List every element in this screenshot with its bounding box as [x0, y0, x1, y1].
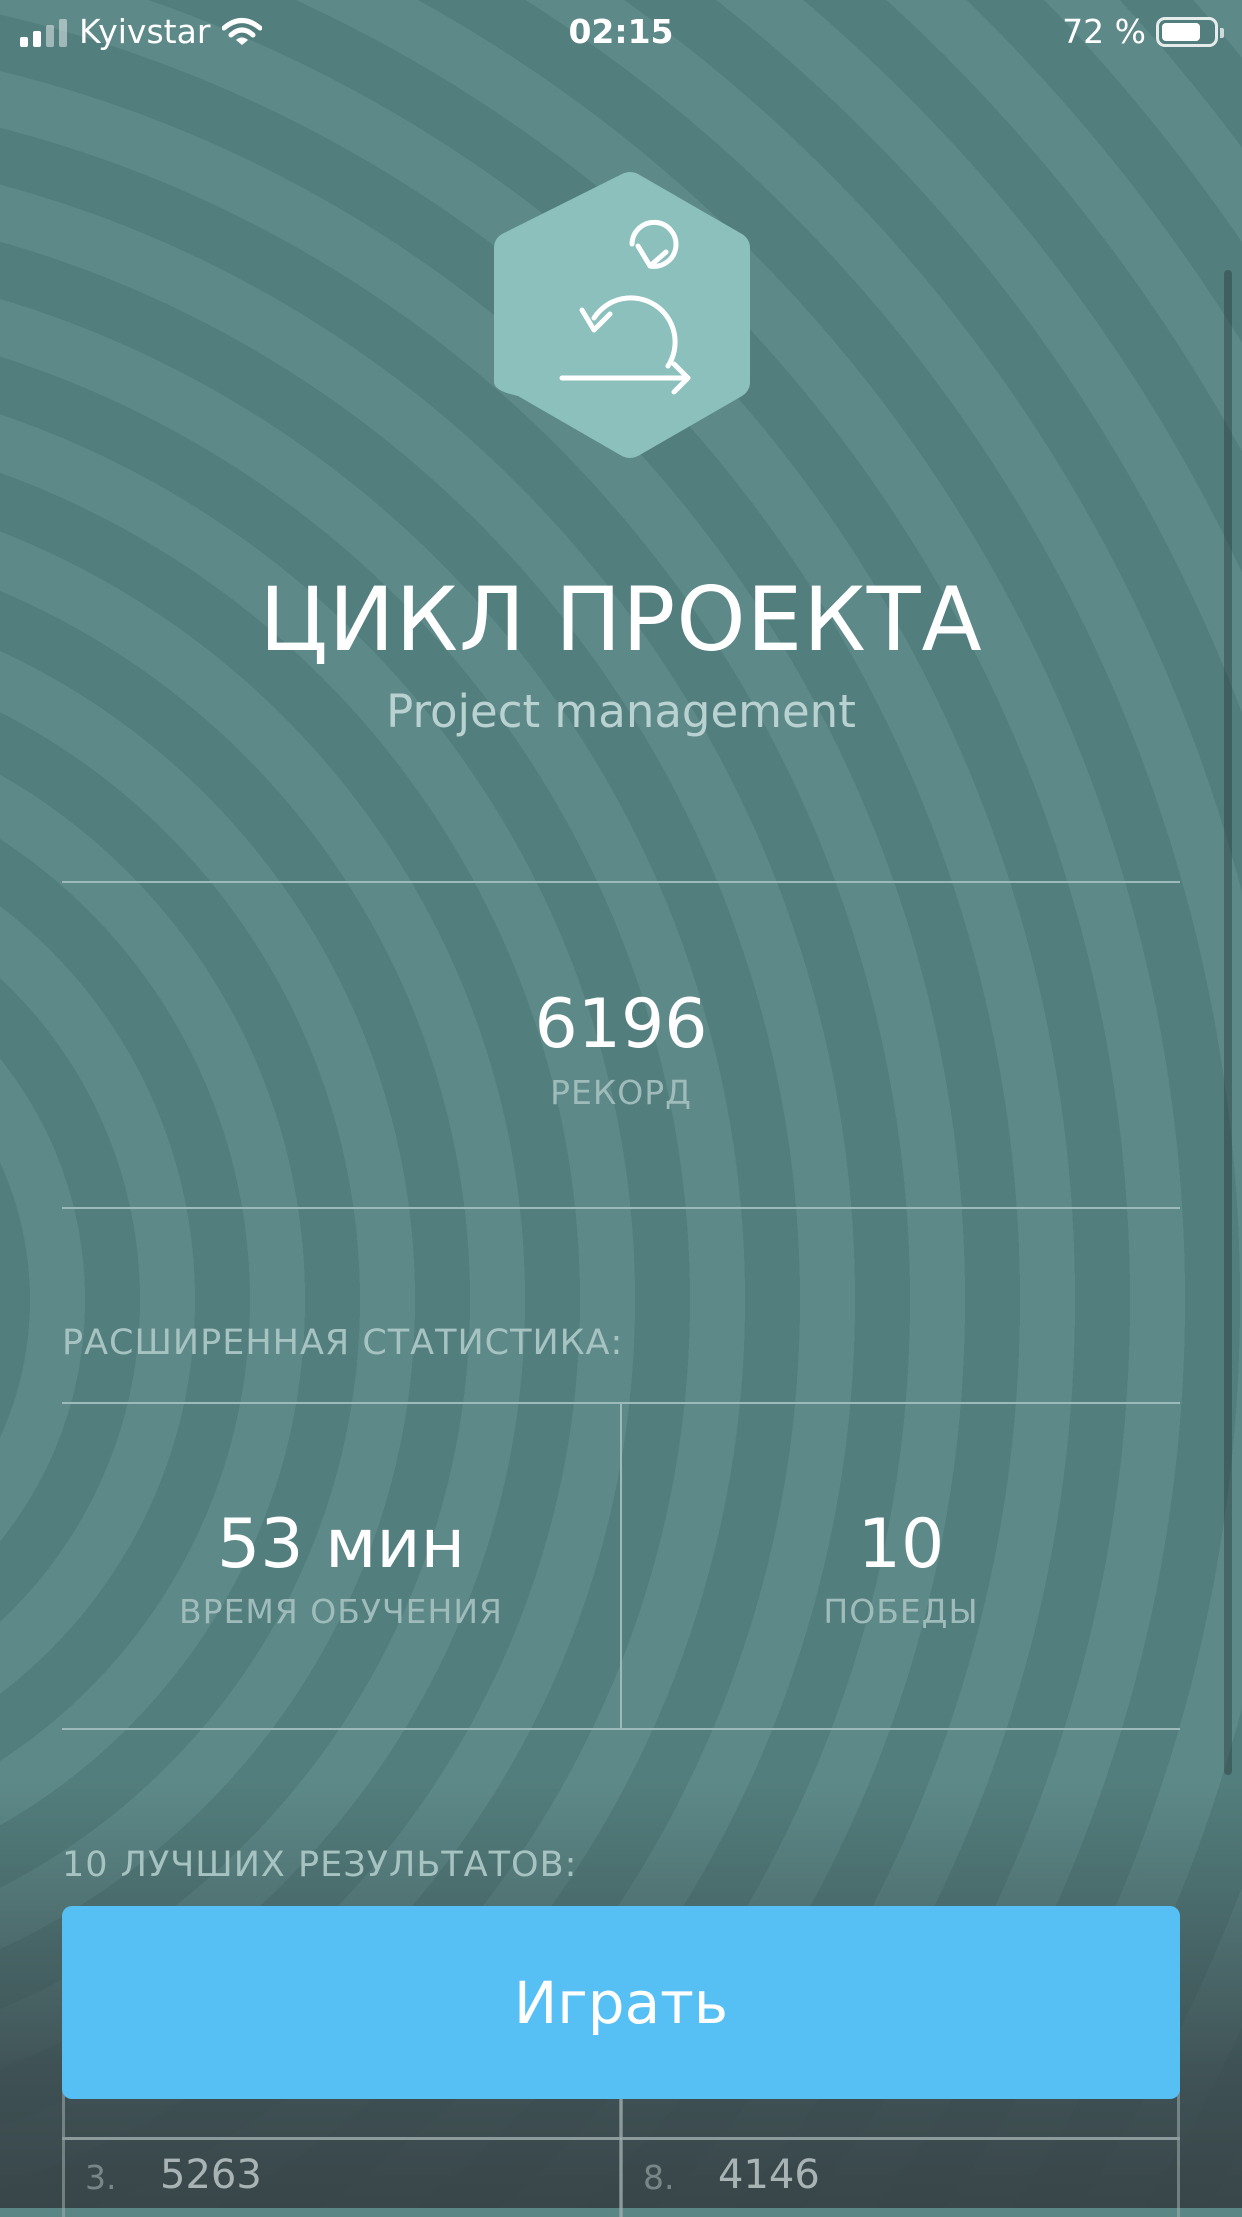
result-rank: 3.: [85, 2158, 117, 2197]
top-results-table: 3. 5263 8. 4146: [62, 2080, 1180, 2217]
wins-label: ПОБЕДЫ: [823, 1592, 979, 1631]
result-value: 5263: [160, 2152, 262, 2198]
learning-time-value: 53 мин: [216, 1505, 466, 1584]
status-time: 02:15: [568, 12, 674, 51]
record-label: РЕКОРД: [550, 1073, 692, 1112]
result-rank: 8.: [643, 2158, 675, 2197]
table-row: 3. 5263: [62, 2137, 622, 2217]
divider: [62, 881, 1180, 883]
battery-percent: 72 %: [1062, 12, 1146, 51]
battery-icon: [1156, 16, 1224, 47]
result-value: 4146: [718, 2152, 820, 2198]
battery-area: 72 %: [1062, 12, 1224, 51]
extended-stats-heading: РАСШИРЕННАЯ СТАТИСТИКА:: [62, 1323, 624, 1363]
top-results-heading: 10 ЛУЧШИХ РЕЗУЛЬТАТОВ:: [62, 1845, 578, 1885]
play-button[interactable]: Играть: [62, 1906, 1180, 2099]
table-row: 8. 4146: [620, 2137, 1180, 2217]
record-value: 6196: [534, 985, 708, 1064]
divider: [62, 1207, 1180, 1209]
course-title: ЦИКЛ ПРОЕКТА: [259, 568, 983, 671]
divider: [62, 1728, 1180, 1730]
wins-value: 10: [857, 1505, 945, 1584]
course-subtitle: Project management: [386, 685, 856, 738]
learning-time-label: ВРЕМЯ ОБУЧЕНИЯ: [179, 1592, 503, 1631]
project-cycle-icon: [494, 172, 750, 458]
status-bar: Kyivstar 02:15 72 %: [0, 0, 1242, 64]
